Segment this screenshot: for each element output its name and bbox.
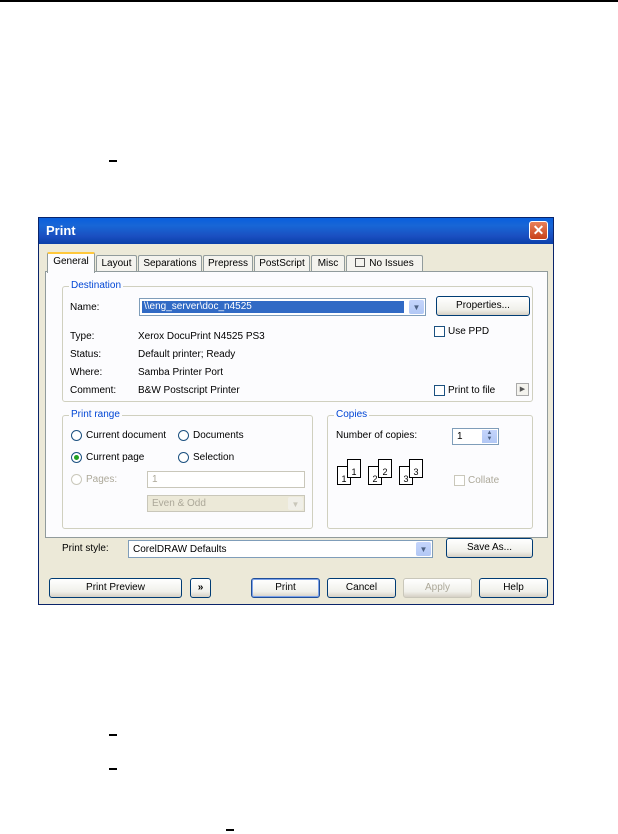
print-preview-button[interactable]: Print Preview <box>49 578 182 598</box>
double-chevron-icon: » <box>197 582 204 593</box>
destination-group: Destination Name: \\eng_server\doc_n4525… <box>62 280 533 402</box>
text-underscore-mark <box>109 160 117 162</box>
even-odd-select[interactable]: Even & Odd ▼ <box>147 495 305 512</box>
print-range-legend: Print range <box>69 409 122 420</box>
print-to-file-options-button[interactable]: ▶ <box>516 383 529 396</box>
text-underscore-mark <box>109 768 117 770</box>
tab-postscript[interactable]: PostScript <box>254 255 310 272</box>
tab-misc[interactable]: Misc <box>311 255 345 272</box>
use-ppd-checkbox[interactable] <box>434 326 445 337</box>
name-label: Name: <box>70 302 100 313</box>
dialog-title: Print <box>46 223 76 238</box>
play-icon: ▶ <box>519 386 526 393</box>
printer-name-select[interactable]: \\eng_server\doc_n4525 ▼ <box>139 298 426 316</box>
cancel-button[interactable]: Cancel <box>327 578 396 598</box>
pages-radio[interactable] <box>71 474 82 485</box>
print-button[interactable]: Print <box>251 578 320 598</box>
expand-button[interactable]: » <box>190 578 211 598</box>
properties-button[interactable]: Properties... <box>436 296 530 316</box>
pages-label: Pages: <box>86 474 118 485</box>
copies-value: 1 <box>457 431 463 442</box>
tab-no-issues[interactable]: No Issues <box>346 255 423 272</box>
printer-name-value: \\eng_server\doc_n4525 <box>142 301 404 313</box>
even-odd-value: Even & Odd <box>152 498 206 509</box>
type-value: Xerox DocuPrint N4525 PS3 <box>138 331 265 342</box>
collate-page: 2 <box>378 459 392 478</box>
tab-general[interactable]: General <box>47 252 95 273</box>
print-style-value: CorelDRAW Defaults <box>133 544 227 555</box>
selection-radio[interactable] <box>178 452 189 463</box>
number-of-copies-label: Number of copies: <box>336 430 418 441</box>
current-page-radio[interactable] <box>71 452 82 463</box>
text-underscore-mark <box>226 829 234 831</box>
copies-stepper[interactable]: 1 ▲ ▼ <box>452 428 499 445</box>
documents-label: Documents <box>193 430 244 441</box>
title-bar: Print ✕ <box>39 218 553 244</box>
text-underscore-mark <box>109 734 117 736</box>
where-value: Samba Printer Port <box>138 367 224 378</box>
apply-button[interactable]: Apply <box>403 578 472 598</box>
help-button[interactable]: Help <box>479 578 548 598</box>
tab-prepress[interactable]: Prepress <box>203 255 253 272</box>
pages-field[interactable]: 1 <box>147 471 305 488</box>
chevron-down-icon: ▼ <box>409 300 424 314</box>
copies-group: Copies Number of copies: 1 ▲ ▼ 1 1 2 2 3 … <box>327 409 533 529</box>
status-label: Status: <box>70 349 102 360</box>
tab-separations[interactable]: Separations <box>138 255 202 272</box>
copies-legend: Copies <box>334 409 370 420</box>
selection-label: Selection <box>193 452 235 463</box>
documents-radio[interactable] <box>178 430 189 441</box>
collate-page: 3 <box>409 459 423 478</box>
collate-label: Collate <box>468 475 500 486</box>
comment-value: B&W Postscript Printer <box>138 385 240 396</box>
use-ppd-label: Use PPD <box>448 326 490 337</box>
close-icon: ✕ <box>532 222 545 238</box>
current-document-radio[interactable] <box>71 430 82 441</box>
print-style-select[interactable]: CorelDRAW Defaults ▼ <box>128 540 433 558</box>
top-rule <box>0 0 618 2</box>
current-document-label: Current document <box>86 430 167 441</box>
print-to-file-label: Print to file <box>448 385 496 396</box>
status-value: Default printer; Ready <box>138 349 236 360</box>
chevron-down-icon: ▼ <box>288 497 303 510</box>
print-to-file-checkbox[interactable] <box>434 385 445 396</box>
pages-value: 1 <box>152 474 158 485</box>
tab-layout[interactable]: Layout <box>96 255 137 272</box>
comment-label: Comment: <box>70 385 117 396</box>
print-dialog: Print ✕ General Layout Separations Prepr… <box>38 217 554 605</box>
print-range-group: Print range Current document Documents C… <box>62 409 313 529</box>
destination-legend: Destination <box>69 280 124 291</box>
save-as-button[interactable]: Save As... <box>446 538 533 558</box>
current-page-label: Current page <box>86 452 145 463</box>
issues-icon <box>355 258 366 267</box>
collate-page: 1 <box>347 459 361 478</box>
collate-checkbox[interactable] <box>454 475 465 486</box>
where-label: Where: <box>70 367 103 378</box>
type-label: Type: <box>70 331 95 342</box>
close-button[interactable]: ✕ <box>529 221 548 240</box>
print-style-label: Print style: <box>62 543 109 554</box>
general-tab-panel: Destination Name: \\eng_server\doc_n4525… <box>45 271 548 558</box>
chevron-down-icon: ▼ <box>416 542 431 556</box>
spin-arrows-icon[interactable]: ▲ ▼ <box>482 430 497 443</box>
